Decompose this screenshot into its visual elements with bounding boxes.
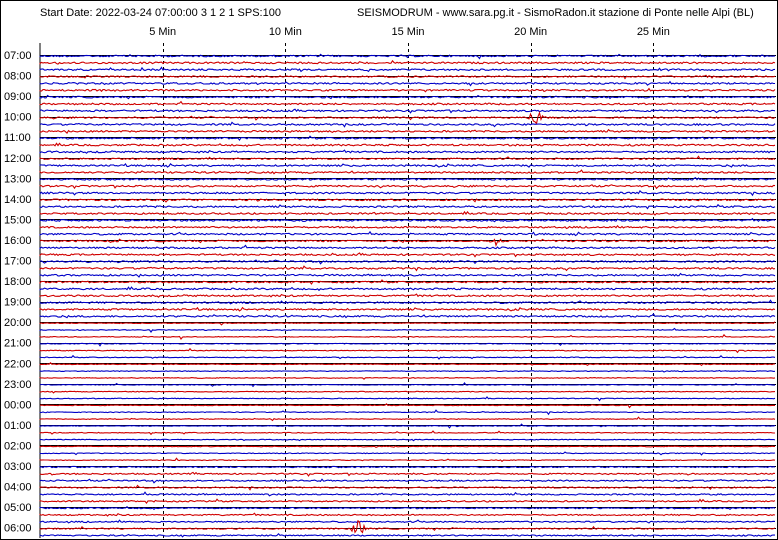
hour-label: 18:00 <box>4 276 32 288</box>
trace-blue <box>39 342 776 347</box>
trace-red <box>39 306 776 312</box>
trace-blue <box>39 327 776 333</box>
trace-red <box>39 416 776 422</box>
hour-label: 13:00 <box>4 173 32 185</box>
hour-label: 14:00 <box>4 194 32 206</box>
trace-red <box>39 390 776 394</box>
hour-label: 22:00 <box>4 358 32 370</box>
hour-label: 06:00 <box>4 523 32 535</box>
trace-red <box>39 519 776 534</box>
trace-blue <box>39 230 776 237</box>
hour-label: 20:00 <box>4 317 32 329</box>
trace-red <box>39 376 776 380</box>
trace-blue <box>39 519 776 524</box>
trace-blue <box>39 491 776 497</box>
trace-red <box>39 184 776 190</box>
trace-blue <box>39 423 776 429</box>
hour-label: 11:00 <box>4 132 31 144</box>
hour-label: 07:00 <box>4 50 32 62</box>
trace-blue <box>39 203 776 210</box>
trace-red <box>39 445 775 449</box>
hour-label: 09:00 <box>4 91 32 103</box>
trace-red <box>39 498 776 505</box>
hour-label: 08:00 <box>4 71 32 83</box>
trace-red <box>39 169 776 175</box>
trace-red <box>39 59 776 65</box>
hour-label: 15:00 <box>4 214 32 226</box>
trace-red <box>39 100 776 106</box>
trace-red <box>39 430 775 436</box>
hour-label: 01:00 <box>4 420 32 432</box>
hour-label: 00:00 <box>4 399 32 411</box>
hour-label: 05:00 <box>4 502 32 514</box>
trace-red <box>39 471 776 477</box>
hour-label: 19:00 <box>4 297 32 309</box>
trace-red <box>39 293 775 298</box>
hour-label: 16:00 <box>4 235 32 247</box>
trace-red <box>39 142 776 148</box>
trace-red <box>39 252 776 258</box>
hour-label: 03:00 <box>4 461 32 473</box>
trace-blue <box>39 108 776 114</box>
hour-label: 02:00 <box>4 440 32 452</box>
trace-blue <box>39 451 776 456</box>
trace-red <box>39 512 776 517</box>
trace-blue <box>39 409 775 416</box>
trace-red <box>39 457 776 463</box>
trace-red <box>39 265 776 272</box>
hour-label: 17:00 <box>4 256 32 268</box>
trace-blue <box>39 381 775 388</box>
hour-label: 10:00 <box>4 112 32 124</box>
trace-blue <box>39 66 776 73</box>
trace-blue <box>39 369 776 373</box>
trace-blue <box>39 94 776 100</box>
trace-red <box>39 224 776 230</box>
trace-blue <box>39 149 775 154</box>
trace-blue <box>39 532 776 538</box>
trace-red <box>39 128 776 134</box>
trace-blue <box>39 478 776 484</box>
trace-blue <box>39 162 776 168</box>
hour-label: 12:00 <box>4 153 32 165</box>
seismogram-plot: 07:00 08:00 09:00 10:00 11:00 12:00 13:00 14:00… <box>4 43 776 538</box>
trace-blue <box>39 438 776 442</box>
trace-red <box>39 87 776 93</box>
hour-label: 04:00 <box>4 482 32 494</box>
trace-blue <box>39 80 775 87</box>
trace-blue <box>39 272 776 278</box>
trace-blue <box>39 121 776 128</box>
hour-label: 21:00 <box>4 338 32 350</box>
trace-red <box>39 110 776 125</box>
trace-red <box>39 484 776 491</box>
trace-blue <box>39 396 776 402</box>
trace-blue <box>39 244 776 250</box>
trace-red <box>39 347 776 354</box>
trace-blue <box>39 354 776 360</box>
trace-blue <box>39 190 776 197</box>
trace-red <box>39 210 776 216</box>
trace-blue <box>39 286 776 292</box>
trace-red <box>39 333 776 340</box>
trace-blue <box>39 135 776 142</box>
trace-blue <box>39 313 776 319</box>
hour-label: 23:00 <box>4 379 32 391</box>
